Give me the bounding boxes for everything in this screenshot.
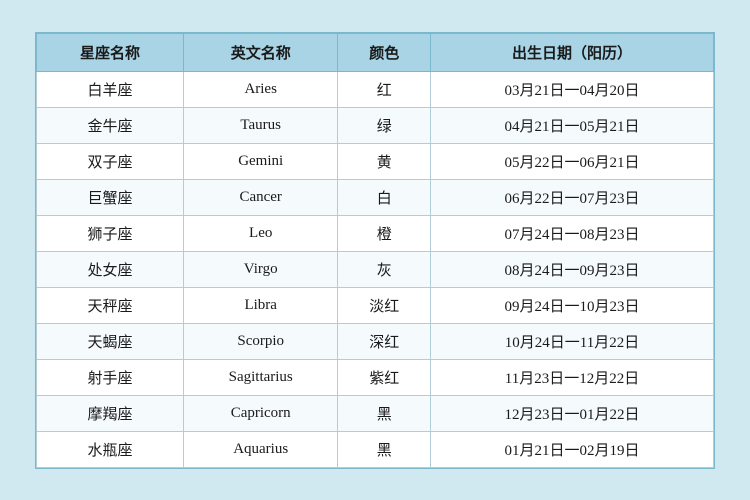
table-cell-7-1: Scorpio (183, 323, 337, 359)
table-cell-4-2: 橙 (338, 215, 431, 251)
table-cell-0-1: Aries (183, 71, 337, 107)
table-cell-7-0: 天蝎座 (37, 323, 184, 359)
table-cell-0-0: 白羊座 (37, 71, 184, 107)
table-cell-10-1: Aquarius (183, 431, 337, 467)
table-header-3: 出生日期（阳历） (430, 33, 713, 71)
table-row: 双子座Gemini黄05月22日一06月21日 (37, 143, 714, 179)
table-row: 射手座Sagittarius紫红11月23日一12月22日 (37, 359, 714, 395)
table-cell-4-1: Leo (183, 215, 337, 251)
table-cell-9-1: Capricorn (183, 395, 337, 431)
table-cell-6-0: 天秤座 (37, 287, 184, 323)
table-cell-6-2: 淡红 (338, 287, 431, 323)
table-cell-9-3: 12月23日一01月22日 (430, 395, 713, 431)
table-cell-1-1: Taurus (183, 107, 337, 143)
table-cell-4-3: 07月24日一08月23日 (430, 215, 713, 251)
table-cell-6-1: Libra (183, 287, 337, 323)
table-cell-3-3: 06月22日一07月23日 (430, 179, 713, 215)
table-cell-5-1: Virgo (183, 251, 337, 287)
table-cell-2-2: 黄 (338, 143, 431, 179)
table-cell-0-2: 红 (338, 71, 431, 107)
table-header-1: 英文名称 (183, 33, 337, 71)
table-header-row: 星座名称英文名称颜色出生日期（阳历） (37, 33, 714, 71)
table-cell-2-1: Gemini (183, 143, 337, 179)
table-cell-2-3: 05月22日一06月21日 (430, 143, 713, 179)
zodiac-table: 星座名称英文名称颜色出生日期（阳历） 白羊座Aries红03月21日一04月20… (36, 33, 714, 468)
table-cell-8-0: 射手座 (37, 359, 184, 395)
table-cell-7-2: 深红 (338, 323, 431, 359)
table-header-0: 星座名称 (37, 33, 184, 71)
table-row: 狮子座Leo橙07月24日一08月23日 (37, 215, 714, 251)
table-row: 白羊座Aries红03月21日一04月20日 (37, 71, 714, 107)
table-header-2: 颜色 (338, 33, 431, 71)
table-cell-5-0: 处女座 (37, 251, 184, 287)
table-row: 巨蟹座Cancer白06月22日一07月23日 (37, 179, 714, 215)
table-cell-2-0: 双子座 (37, 143, 184, 179)
table-cell-5-2: 灰 (338, 251, 431, 287)
table-cell-6-3: 09月24日一10月23日 (430, 287, 713, 323)
table-cell-9-0: 摩羯座 (37, 395, 184, 431)
table-row: 金牛座Taurus绿04月21日一05月21日 (37, 107, 714, 143)
table-cell-10-3: 01月21日一02月19日 (430, 431, 713, 467)
table-cell-1-2: 绿 (338, 107, 431, 143)
table-cell-9-2: 黑 (338, 395, 431, 431)
table-row: 处女座Virgo灰08月24日一09月23日 (37, 251, 714, 287)
table-row: 天秤座Libra淡红09月24日一10月23日 (37, 287, 714, 323)
table-cell-4-0: 狮子座 (37, 215, 184, 251)
table-cell-3-0: 巨蟹座 (37, 179, 184, 215)
table-cell-3-2: 白 (338, 179, 431, 215)
table-cell-0-3: 03月21日一04月20日 (430, 71, 713, 107)
table-cell-5-3: 08月24日一09月23日 (430, 251, 713, 287)
table-cell-7-3: 10月24日一11月22日 (430, 323, 713, 359)
table-body: 白羊座Aries红03月21日一04月20日金牛座Taurus绿04月21日一0… (37, 71, 714, 467)
table-cell-8-1: Sagittarius (183, 359, 337, 395)
table-cell-10-0: 水瓶座 (37, 431, 184, 467)
table-cell-8-3: 11月23日一12月22日 (430, 359, 713, 395)
table-cell-1-3: 04月21日一05月21日 (430, 107, 713, 143)
table-cell-3-1: Cancer (183, 179, 337, 215)
table-cell-1-0: 金牛座 (37, 107, 184, 143)
table-row: 摩羯座Capricorn黑12月23日一01月22日 (37, 395, 714, 431)
table-row: 天蝎座Scorpio深红10月24日一11月22日 (37, 323, 714, 359)
table-row: 水瓶座Aquarius黑01月21日一02月19日 (37, 431, 714, 467)
table-cell-10-2: 黑 (338, 431, 431, 467)
zodiac-table-container: 星座名称英文名称颜色出生日期（阳历） 白羊座Aries红03月21日一04月20… (35, 32, 715, 469)
table-cell-8-2: 紫红 (338, 359, 431, 395)
